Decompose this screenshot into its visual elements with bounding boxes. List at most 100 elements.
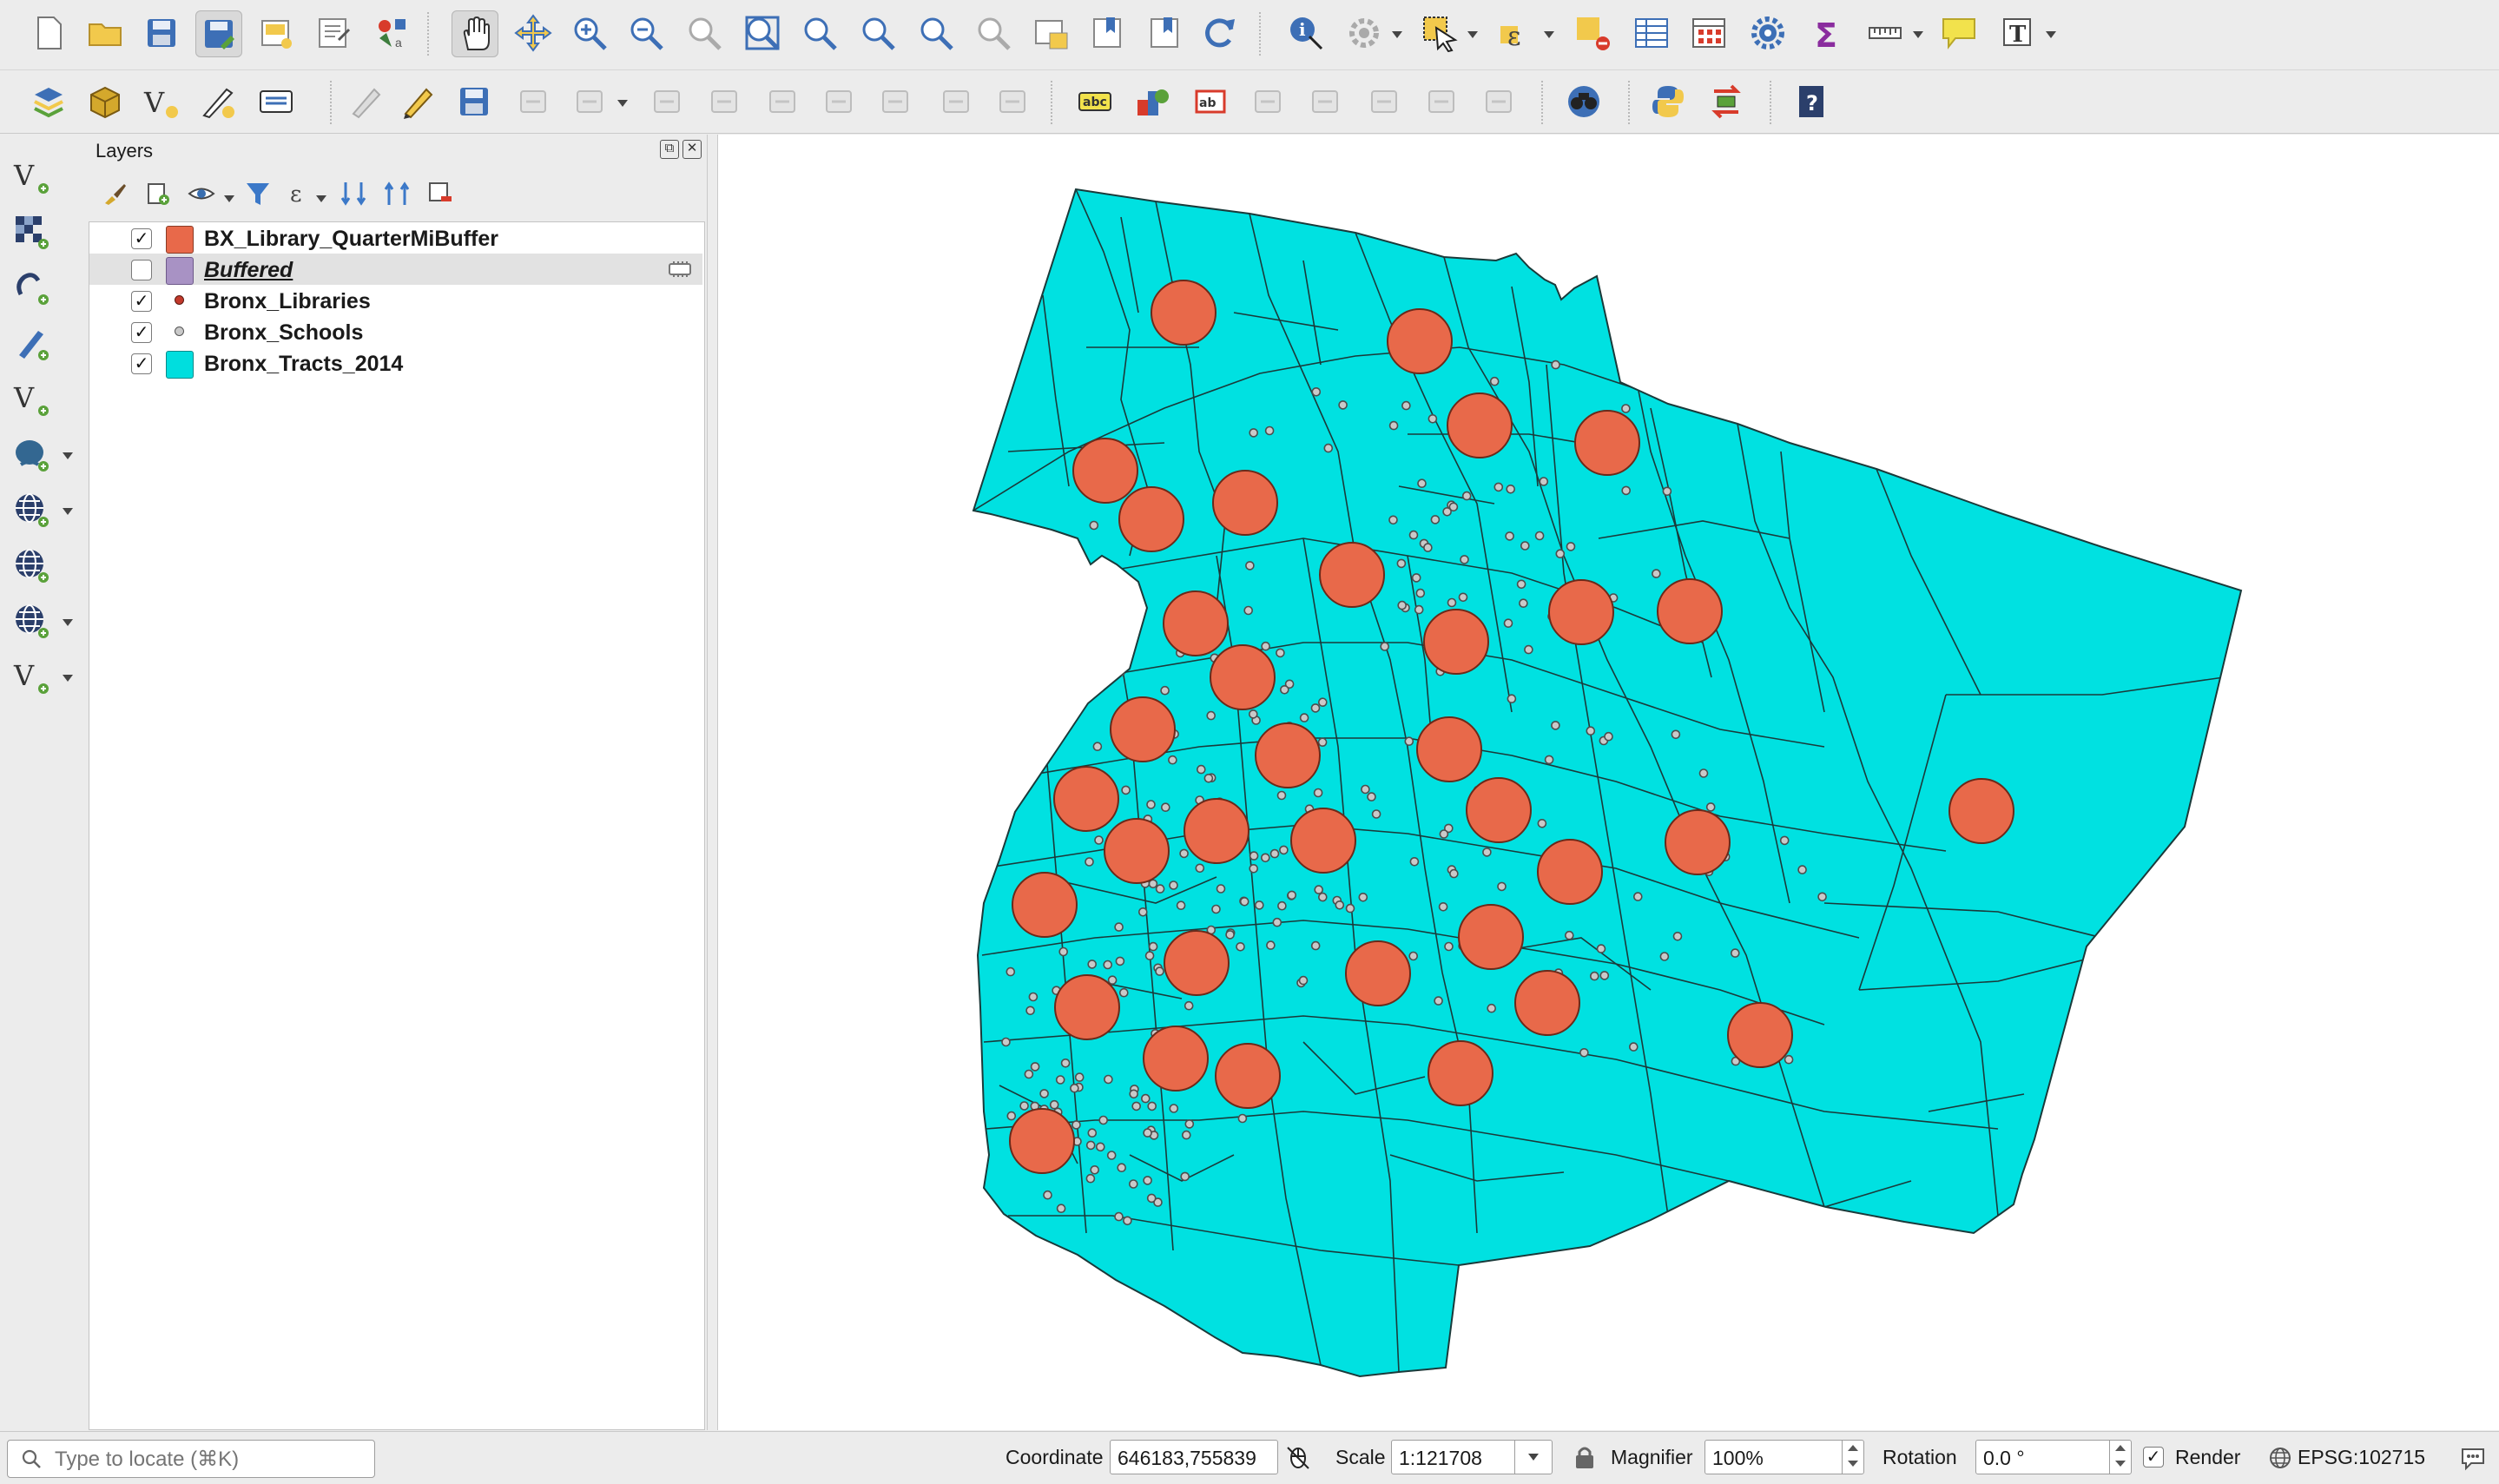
school-point[interactable] (1345, 903, 1355, 913)
toolbox-button[interactable] (1745, 10, 1790, 56)
school-point[interactable] (1129, 1179, 1138, 1189)
school-point[interactable] (1092, 742, 1103, 752)
statistics-button[interactable]: Σ (1804, 10, 1850, 56)
school-point[interactable] (1662, 486, 1672, 497)
school-point[interactable] (1243, 605, 1253, 616)
school-point[interactable] (1731, 948, 1740, 958)
mouse-coordinate-toggle-icon[interactable] (1285, 1444, 1311, 1470)
layout-manager-button[interactable] (311, 10, 356, 56)
school-point[interactable] (1055, 1075, 1065, 1085)
school-point[interactable] (1085, 857, 1094, 867)
school-point[interactable] (1096, 1142, 1105, 1152)
school-point[interactable] (1090, 1165, 1099, 1175)
school-point[interactable] (1621, 485, 1631, 496)
chevron-down-icon[interactable] (63, 452, 73, 459)
school-point[interactable] (1143, 1128, 1152, 1138)
new-geopackage-button[interactable] (82, 79, 128, 124)
school-point[interactable] (1444, 941, 1454, 952)
school-point[interactable] (1006, 1111, 1017, 1121)
vertex-tool-button[interactable] (567, 79, 612, 124)
school-point[interactable] (1016, 696, 1026, 706)
add-group-button[interactable] (139, 175, 177, 213)
school-point[interactable] (1423, 543, 1433, 552)
school-point[interactable] (1013, 589, 1023, 599)
school-point[interactable] (1070, 1083, 1079, 1093)
open-project-button[interactable] (82, 10, 128, 56)
library-buffer[interactable] (1665, 809, 1731, 875)
school-point[interactable] (1447, 597, 1457, 608)
layer-row-buffered[interactable]: Buffered (89, 254, 702, 285)
school-point[interactable] (1060, 1059, 1071, 1068)
school-point[interactable] (1408, 530, 1419, 540)
layer-styling-button[interactable] (96, 175, 134, 213)
measure-button[interactable] (1863, 10, 1908, 56)
zoom-out-button[interactable] (623, 10, 669, 56)
library-buffer[interactable] (1423, 609, 1489, 675)
digitize-button[interactable] (511, 79, 556, 124)
rotation-spinbox[interactable]: 0.0 ° (1975, 1440, 2132, 1474)
school-point[interactable] (1239, 897, 1250, 907)
save-project-button[interactable] (139, 10, 184, 56)
school-point[interactable] (1411, 573, 1421, 583)
filter-legend-button[interactable] (239, 175, 277, 213)
school-point[interactable] (1255, 900, 1264, 910)
add-virtual-layer-button[interactable]: V (9, 654, 54, 699)
library-buffer[interactable] (1948, 778, 2014, 844)
layer-visibility-checkbox[interactable]: ✓ (131, 228, 152, 249)
expand-all-button[interactable] (334, 175, 373, 213)
school-point[interactable] (1024, 570, 1033, 580)
school-point[interactable] (1797, 865, 1807, 874)
school-point[interactable] (1249, 709, 1258, 719)
undo-button[interactable] (933, 79, 979, 124)
school-point[interactable] (1671, 729, 1681, 740)
library-buffer[interactable] (1657, 578, 1723, 644)
collapse-all-button[interactable] (378, 175, 416, 213)
school-point[interactable] (1414, 604, 1424, 615)
school-point[interactable] (1404, 736, 1414, 747)
school-point[interactable] (1503, 618, 1513, 629)
school-point[interactable] (1264, 425, 1275, 436)
move-label-button[interactable] (1362, 79, 1407, 124)
school-point[interactable] (1779, 835, 1790, 846)
school-point[interactable] (1551, 721, 1560, 730)
school-point[interactable] (1261, 641, 1270, 651)
attribute-table-button[interactable] (1629, 10, 1674, 56)
school-point[interactable] (1497, 881, 1507, 892)
select-by-expression-button[interactable]: ε (1493, 10, 1539, 56)
library-buffer[interactable] (1164, 930, 1230, 996)
school-point[interactable] (1555, 549, 1566, 559)
school-point[interactable] (1047, 602, 1057, 612)
school-point[interactable] (1310, 703, 1321, 713)
locator-bar[interactable] (7, 1440, 375, 1478)
school-point[interactable] (1146, 1193, 1157, 1204)
school-point[interactable] (1184, 1119, 1195, 1129)
layer-visibility-checkbox[interactable]: ✓ (131, 322, 152, 343)
layer-visibility-checkbox[interactable]: ✓ (131, 353, 152, 374)
school-point[interactable] (1025, 704, 1035, 715)
school-point[interactable] (1039, 1089, 1049, 1098)
new-project-button[interactable] (26, 10, 71, 56)
school-point[interactable] (1019, 1101, 1029, 1111)
school-point[interactable] (1524, 644, 1533, 655)
school-point[interactable] (1003, 1227, 1012, 1237)
school-point[interactable] (1629, 1042, 1639, 1052)
library-buffer[interactable] (1548, 579, 1614, 645)
school-point[interactable] (1335, 900, 1345, 910)
school-point[interactable] (1401, 400, 1411, 411)
add-wms-button[interactable] (9, 487, 54, 532)
school-point[interactable] (1143, 1176, 1152, 1185)
coordinate-field[interactable]: 646183,755839 (1110, 1440, 1278, 1474)
plugin-binoculars-button[interactable] (1561, 79, 1606, 124)
school-point[interactable] (1652, 569, 1661, 578)
school-point[interactable] (1388, 420, 1399, 431)
school-point[interactable] (1119, 987, 1129, 998)
cut-features-button[interactable] (760, 79, 805, 124)
visibility-dropdown-caret[interactable] (224, 195, 234, 202)
messages-icon[interactable] (2459, 1444, 2487, 1472)
close-panel-button[interactable]: ✕ (682, 140, 702, 159)
locator-input[interactable] (53, 1446, 369, 1474)
step-down-icon[interactable] (2115, 1461, 2126, 1467)
school-point[interactable] (1280, 684, 1289, 695)
modify-attributes-button[interactable] (644, 79, 689, 124)
school-point[interactable] (1032, 541, 1041, 551)
